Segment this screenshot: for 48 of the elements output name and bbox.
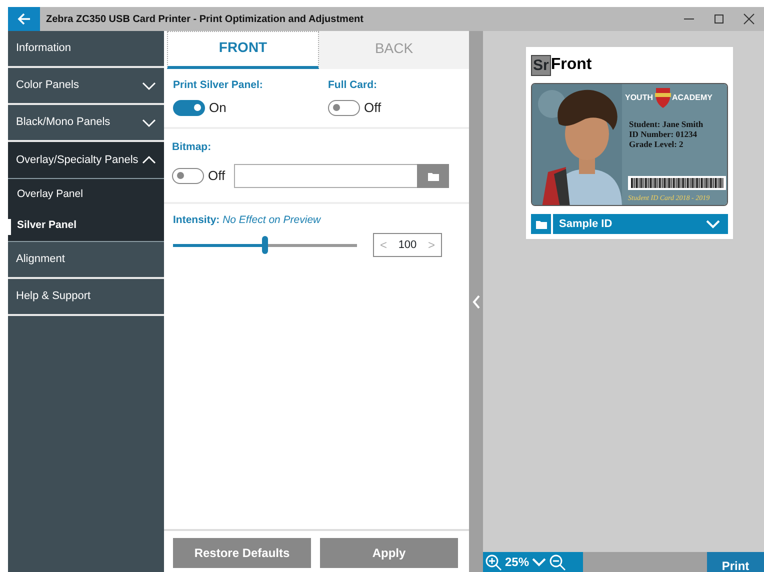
zoom-in-button[interactable] xyxy=(485,554,502,570)
option-label: Print Silver Panel: xyxy=(173,78,264,93)
sidebar-subitem[interactable]: Overlay Panel xyxy=(8,179,164,210)
selection-bar xyxy=(8,219,11,235)
card-text: Student: Jane Smith xyxy=(629,118,704,131)
sidebar-item[interactable]: Overlay/Specialty Panels xyxy=(8,142,164,179)
maximize-icon[interactable] xyxy=(713,13,725,25)
folder-icon xyxy=(536,219,546,229)
side-badge: Sr xyxy=(531,54,551,76)
close-icon[interactable] xyxy=(743,13,755,25)
back-button[interactable] xyxy=(8,7,40,31)
template-dropdown[interactable]: Sample ID xyxy=(553,214,728,234)
zoom-out-button[interactable] xyxy=(549,554,566,570)
school-name: YOUTH xyxy=(625,92,653,104)
folder-icon xyxy=(428,171,439,181)
zoom-in-icon xyxy=(485,554,502,570)
toggle-state: Off xyxy=(208,167,226,186)
file-path-field[interactable] xyxy=(234,164,418,188)
option-label: Full Card: xyxy=(328,78,378,93)
zoom-level: 25% xyxy=(505,554,530,571)
action-button[interactable]: Apply xyxy=(320,538,458,568)
option-label: Bitmap: xyxy=(172,140,212,156)
toggle-state: Off xyxy=(364,98,382,117)
intensity-slider[interactable] xyxy=(173,236,357,254)
preview-title: Front xyxy=(550,55,592,75)
card-text: ID Number: 01234 xyxy=(629,128,697,141)
school-name: ACADEMY xyxy=(672,92,712,104)
toggle-switch[interactable] xyxy=(328,100,360,116)
print-button[interactable]: Print xyxy=(707,552,764,572)
chevron-left-icon[interactable] xyxy=(472,294,480,308)
barcode-icon xyxy=(628,176,726,190)
window-title: Zebra ZC350 USB Card Printer - Print Optimization and Adjustment xyxy=(45,12,364,26)
back-arrow-icon xyxy=(17,12,31,26)
toggle-switch[interactable] xyxy=(173,100,205,116)
chevron-down-icon xyxy=(706,219,720,229)
shield-icon xyxy=(655,87,671,109)
sidebar-subitem[interactable]: Silver Panel xyxy=(8,210,164,241)
card-text: Grade Level: 2 xyxy=(629,138,684,151)
zoom-out-icon xyxy=(549,554,566,570)
toggle-switch[interactable] xyxy=(172,168,204,184)
spinner-value: 100 xyxy=(398,238,417,252)
chevron-down-icon[interactable] xyxy=(532,557,546,567)
tab[interactable]: FRONT xyxy=(167,31,319,69)
toggle-state: On xyxy=(209,98,226,117)
intensity-label: Intensity: No Effect on Preview xyxy=(173,213,322,228)
browse-button[interactable] xyxy=(417,164,450,188)
action-button[interactable]: Restore Defaults xyxy=(173,538,311,568)
template-folder-button[interactable] xyxy=(531,214,551,234)
